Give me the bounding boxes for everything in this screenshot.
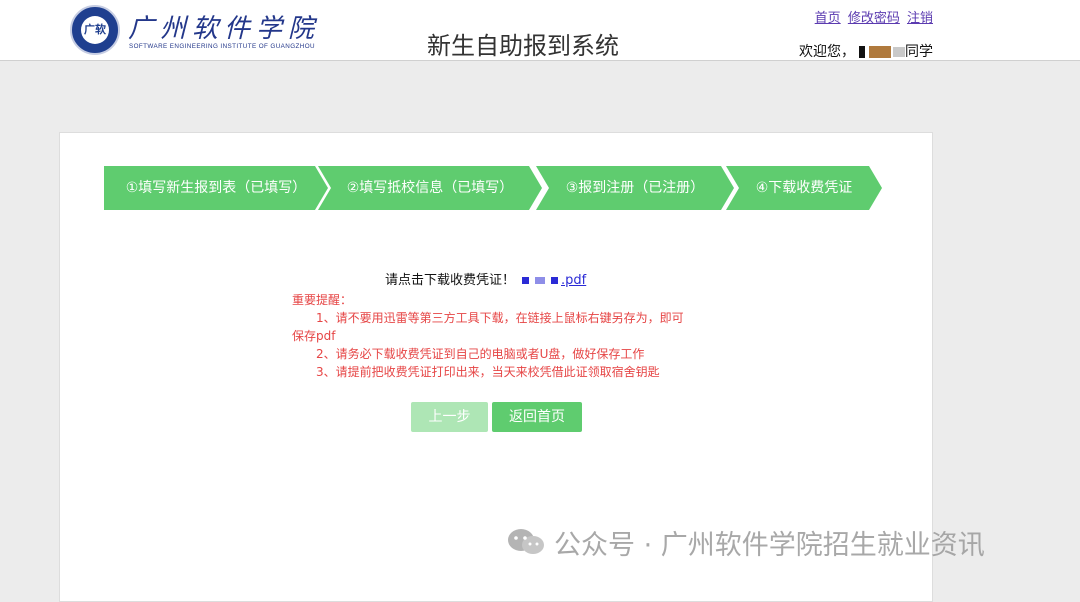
welcome-suffix: 同学 (905, 44, 933, 60)
top-nav-links: 首页 修改密码 注销 (812, 7, 933, 26)
step-1[interactable]: ①填写新生报到表（已填写） (104, 166, 328, 210)
download-prompt: 请点击下载收费凭证！ (385, 273, 516, 288)
redacted-filename-block (535, 277, 546, 284)
step-2[interactable]: ②填写抵校信息（已填写） (318, 166, 542, 210)
home-link[interactable]: 首页 (815, 11, 841, 26)
watermark-text: 公众号 · 广州软件学院招生就业资讯 (554, 530, 985, 561)
top-header: 广软 广州软件学院 SOFTWARE ENGINEERING INSTITUTE… (0, 0, 1080, 61)
back-home-button[interactable]: 返回首页 (492, 402, 582, 432)
wechat-watermark: 公众号 · 广州软件学院招生就业资讯 (506, 527, 985, 561)
progress-steps: ①填写新生报到表（已填写） ②填写抵校信息（已填写） ③报到注册（已注册） ④下… (104, 166, 884, 210)
voucher-file-ext: .pdf (561, 273, 587, 288)
logo-seal-text: 广软 (81, 16, 109, 44)
school-name-en: SOFTWARE ENGINEERING INSTITUTE OF GUANGZ… (129, 43, 315, 50)
download-prompt-line: 请点击下载收费凭证！ .pdf (385, 269, 586, 288)
redacted-name-block (859, 46, 865, 58)
notice-item: 2、请务必下载收费凭证到自己的电脑或者U盘，做好保存工作 (316, 347, 645, 361)
system-title: 新生自助报到系统 (427, 32, 619, 60)
notice-title: 重要提醒： (292, 293, 353, 307)
notice-item: 3、请提前把收费凭证打印出来，当天来校凭借此证领取宿舍钥匙 (316, 365, 660, 379)
change-password-link[interactable]: 修改密码 (848, 11, 900, 26)
voucher-pdf-link[interactable]: .pdf (519, 273, 586, 288)
welcome-prefix: 欢迎您， (799, 44, 855, 60)
notice-item: 1、请不要用迅雷等第三方工具下载，在链接上鼠标右键另存为，即可保存pdf (292, 311, 684, 343)
school-name-cn: 广州软件学院 (128, 14, 321, 44)
logout-link[interactable]: 注销 (907, 11, 933, 26)
step-4[interactable]: ④下载收费凭证 (726, 166, 882, 210)
redacted-name-block (893, 47, 905, 57)
step-3[interactable]: ③报到注册（已注册） (536, 166, 734, 210)
prev-step-button[interactable]: 上一步 (411, 402, 488, 432)
redacted-filename-block (522, 277, 530, 284)
wechat-icon (506, 527, 546, 566)
redacted-name-block (869, 46, 891, 58)
welcome-message: 欢迎您， 同学 (799, 41, 933, 61)
redacted-filename-block (551, 277, 559, 284)
school-logo-seal: 广软 (70, 5, 120, 55)
important-notice: 重要提醒： 1、请不要用迅雷等第三方工具下载，在链接上鼠标右键另存为，即可保存p… (292, 291, 692, 381)
